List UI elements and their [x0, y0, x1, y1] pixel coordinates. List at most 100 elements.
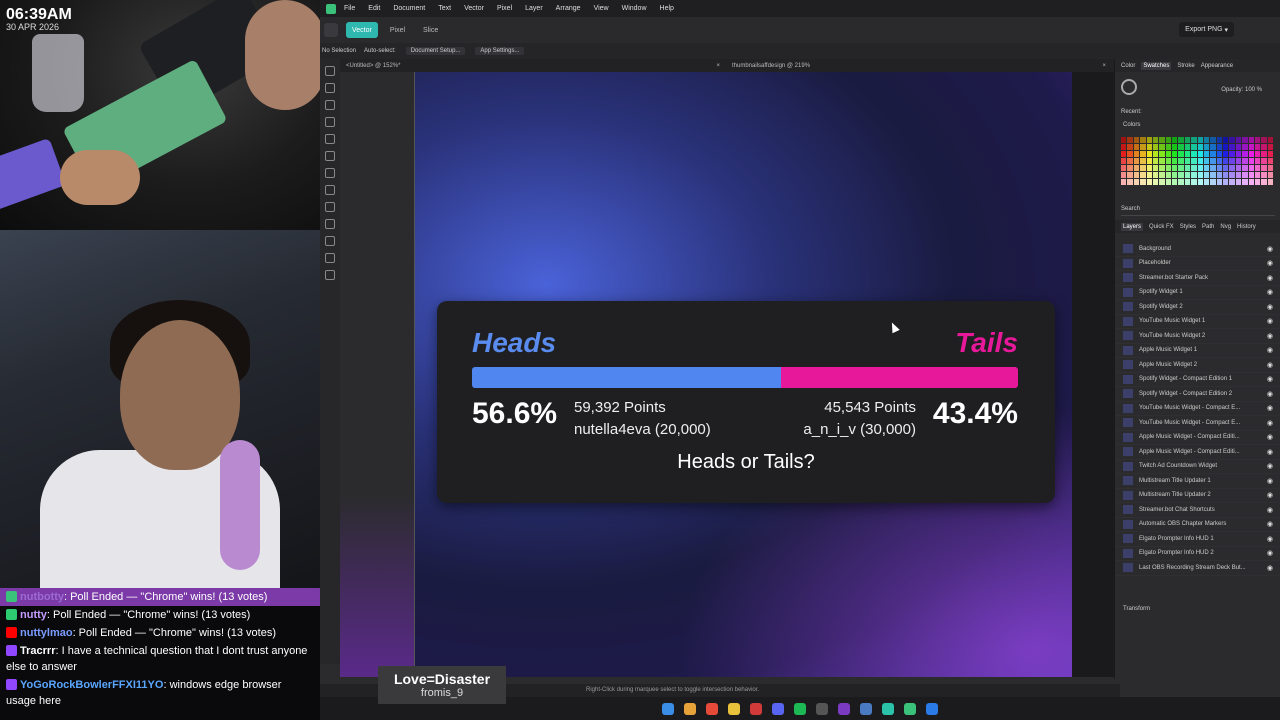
color-swatch[interactable]: [1261, 151, 1267, 157]
color-swatch[interactable]: [1121, 151, 1127, 157]
persona-slice[interactable]: Slice: [417, 22, 444, 38]
color-swatch[interactable]: [1261, 172, 1267, 178]
color-swatch[interactable]: [1178, 137, 1184, 143]
zoom-tool-icon[interactable]: [325, 270, 335, 280]
close-icon[interactable]: ×: [716, 63, 720, 69]
opacity-value[interactable]: 100 %: [1245, 87, 1262, 93]
color-swatch[interactable]: [1127, 151, 1133, 157]
menu-document[interactable]: Document: [393, 5, 425, 12]
eye-icon[interactable]: ◉: [1267, 564, 1273, 572]
tab-swatches[interactable]: Swatches: [1141, 61, 1172, 70]
tab-history[interactable]: History: [1237, 224, 1256, 230]
layer-row[interactable]: Spotify Widget - Compact Edition 2 ◉: [1115, 387, 1280, 402]
menu-vector[interactable]: Vector: [464, 5, 484, 12]
brush-tool-icon[interactable]: [325, 151, 335, 161]
eye-icon[interactable]: ◉: [1267, 419, 1273, 427]
layer-row[interactable]: Spotify Widget 1 ◉: [1115, 286, 1280, 300]
color-swatch[interactable]: [1203, 158, 1210, 164]
layer-row[interactable]: YouTube Music Widget 2 ◉: [1115, 329, 1280, 344]
layer-row[interactable]: YouTube Music Widget - Compact E... ◉: [1115, 402, 1280, 416]
color-swatch[interactable]: [1159, 158, 1165, 164]
layer-row[interactable]: Streamer.bot Chat Shortcuts ◉: [1115, 503, 1280, 518]
layer-row[interactable]: Apple Music Widget 2 ◉: [1115, 358, 1280, 373]
color-swatch[interactable]: [1267, 172, 1273, 178]
color-swatch[interactable]: [1235, 165, 1242, 171]
autoselect-toggle[interactable]: Auto-select:: [364, 48, 396, 54]
color-swatch[interactable]: [1133, 158, 1140, 164]
menu-layer[interactable]: Layer: [525, 5, 543, 12]
color-swatch[interactable]: [1133, 165, 1140, 171]
color-swatch[interactable]: [1191, 144, 1197, 150]
color-swatch[interactable]: [1178, 144, 1184, 150]
color-swatch[interactable]: [1127, 172, 1133, 178]
palette-select[interactable]: Colors: [1123, 122, 1140, 128]
chrome-icon[interactable]: [684, 702, 696, 715]
color-swatch[interactable]: [1203, 144, 1210, 150]
eye-icon[interactable]: ◉: [1267, 462, 1273, 470]
color-swatch[interactable]: [1248, 172, 1254, 178]
close-icon[interactable]: ×: [1102, 63, 1106, 69]
menu-pixel[interactable]: Pixel: [497, 5, 512, 12]
color-swatch[interactable]: [1235, 137, 1242, 143]
color-swatch[interactable]: [1140, 144, 1146, 150]
node-tool-icon[interactable]: [325, 83, 335, 93]
eye-icon[interactable]: ◉: [1267, 433, 1273, 441]
color-swatch[interactable]: [1248, 158, 1254, 164]
color-swatch[interactable]: [1229, 158, 1235, 164]
color-swatch[interactable]: [1254, 144, 1261, 150]
color-swatch[interactable]: [1223, 179, 1229, 185]
color-swatch[interactable]: [1191, 137, 1197, 143]
color-swatch[interactable]: [1178, 172, 1184, 178]
eye-icon[interactable]: ◉: [1267, 288, 1273, 296]
color-swatch[interactable]: [1235, 144, 1242, 150]
color-swatch[interactable]: [1152, 137, 1159, 143]
color-swatch[interactable]: [1133, 179, 1140, 185]
color-swatch[interactable]: [1223, 172, 1229, 178]
color-swatch[interactable]: [1184, 179, 1191, 185]
canvas-area[interactable]: Heads Tails 56.6% 59,392 Points nutella4…: [340, 72, 1114, 677]
color-swatch[interactable]: [1242, 165, 1248, 171]
color-swatch[interactable]: [1146, 158, 1152, 164]
obs-icon[interactable]: [838, 702, 850, 715]
color-swatch[interactable]: [1133, 172, 1140, 178]
color-swatch[interactable]: [1210, 158, 1216, 164]
color-swatch[interactable]: [1203, 151, 1210, 157]
color-swatch[interactable]: [1152, 172, 1159, 178]
color-swatch[interactable]: [1191, 158, 1197, 164]
color-swatch[interactable]: [1223, 165, 1229, 171]
color-swatch[interactable]: [1127, 179, 1133, 185]
color-swatch[interactable]: [1242, 151, 1248, 157]
document-setup-button[interactable]: Document Setup...: [405, 47, 466, 55]
color-swatch[interactable]: [1229, 151, 1235, 157]
color-swatch[interactable]: [1267, 179, 1273, 185]
color-swatch[interactable]: [1248, 137, 1254, 143]
color-swatch[interactable]: [1184, 172, 1191, 178]
color-swatch[interactable]: [1216, 144, 1222, 150]
color-swatch[interactable]: [1127, 144, 1133, 150]
layer-row[interactable]: Placeholder ◉: [1115, 257, 1280, 271]
firefox-icon[interactable]: [706, 702, 718, 715]
color-swatch[interactable]: [1127, 165, 1133, 171]
color-swatch[interactable]: [1223, 151, 1229, 157]
windows-start-icon[interactable]: [662, 702, 674, 715]
layer-row[interactable]: Apple Music Widget - Compact Editi... ◉: [1115, 431, 1280, 445]
persona-vector[interactable]: Vector: [346, 22, 378, 38]
color-swatch[interactable]: [1223, 137, 1229, 143]
color-swatch[interactable]: [1178, 165, 1184, 171]
color-swatch[interactable]: [1178, 158, 1184, 164]
color-swatch[interactable]: [1178, 179, 1184, 185]
poll-widget[interactable]: Heads Tails 56.6% 59,392 Points nutella4…: [437, 301, 1055, 503]
color-swatch[interactable]: [1223, 144, 1229, 150]
color-swatch[interactable]: [1267, 137, 1273, 143]
color-swatch[interactable]: [1146, 137, 1152, 143]
color-swatch[interactable]: [1261, 144, 1267, 150]
color-swatch[interactable]: [1184, 137, 1191, 143]
layer-row[interactable]: Apple Music Widget 1 ◉: [1115, 344, 1280, 358]
color-swatch[interactable]: [1203, 179, 1210, 185]
pencil-tool-icon[interactable]: [325, 134, 335, 144]
color-swatch[interactable]: [1197, 172, 1203, 178]
color-swatch[interactable]: [1248, 179, 1254, 185]
layer-row[interactable]: Multistream Title Updater 1 ◉: [1115, 474, 1280, 489]
color-swatch[interactable]: [1216, 179, 1222, 185]
color-swatch[interactable]: [1203, 172, 1210, 178]
